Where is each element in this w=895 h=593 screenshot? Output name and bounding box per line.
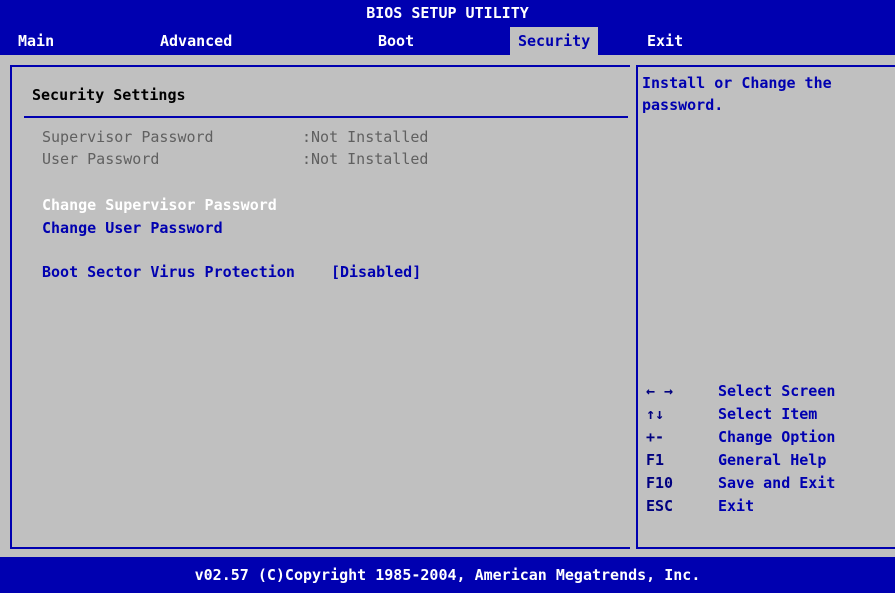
boot-sector-virus-protection-item[interactable]: Boot Sector Virus Protection [Disabled]	[42, 263, 421, 281]
tab-advanced[interactable]: Advanced	[160, 27, 232, 55]
arrows-up-down-icon: ↑↓	[646, 405, 665, 423]
tab-security[interactable]: Security	[510, 27, 599, 55]
supervisor-password-label: Supervisor Password	[42, 128, 214, 146]
plus-minus-key: +-	[646, 428, 665, 446]
user-password-status: :Not Installed	[302, 150, 429, 168]
title-bar: BIOS SETUP UTILITY	[0, 0, 895, 27]
section-divider	[24, 116, 628, 118]
boot-sector-label: Boot Sector Virus Protection	[42, 263, 295, 281]
supervisor-password-status: :Not Installed	[302, 128, 429, 146]
key-description: Select Item	[718, 405, 818, 423]
f10-key: F10	[646, 474, 674, 492]
key-description: Exit	[718, 497, 755, 515]
arrows-left-right-icon: ← →	[646, 382, 674, 400]
boot-sector-value: [Disabled]	[330, 263, 422, 281]
tab-main[interactable]: Main	[18, 27, 54, 55]
f1-key: F1	[646, 451, 665, 469]
help-description: Install or Change the password.	[642, 74, 832, 114]
key-description: Change Option	[718, 428, 836, 446]
tab-exit[interactable]: Exit	[647, 27, 683, 55]
change-supervisor-password-item[interactable]: Change Supervisor Password	[42, 196, 277, 214]
user-password-label: User Password	[42, 150, 160, 168]
section-title: Security Settings	[32, 86, 186, 104]
esc-key: ESC	[646, 497, 674, 515]
key-description: Select Screen	[718, 382, 836, 400]
menu-bar: Main Advanced Boot Security Exit	[0, 27, 895, 55]
change-user-password-item[interactable]: Change User Password	[42, 219, 223, 237]
key-description: General Help	[718, 451, 827, 469]
key-description: Save and Exit	[718, 474, 836, 492]
tab-boot[interactable]: Boot	[378, 27, 414, 55]
copyright-footer: v02.57 (C)Copyright 1985-2004, American …	[0, 557, 895, 593]
